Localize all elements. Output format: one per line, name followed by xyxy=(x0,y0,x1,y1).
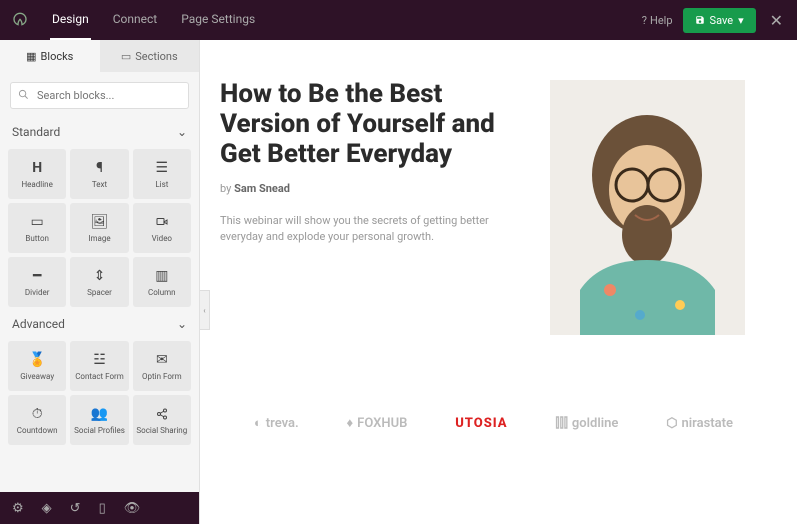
logo-utosia[interactable]: UTOSIA xyxy=(455,416,507,431)
block-giveaway[interactable]: 🏅Giveaway xyxy=(8,341,66,391)
close-button[interactable]: ✕ xyxy=(766,11,787,30)
panel-tab-blocks[interactable]: ▦Blocks xyxy=(0,40,100,72)
countdown-icon: ⏱ xyxy=(32,405,43,423)
sidebar-collapse-handle[interactable]: ‹ xyxy=(200,290,210,330)
save-icon xyxy=(695,15,705,25)
group-advanced-toggle[interactable]: Advanced⌄ xyxy=(0,311,199,337)
logo-mark-icon: ⫿⫿⫿ xyxy=(555,416,567,431)
nav-tabs: Design Connect Page Settings xyxy=(50,0,642,40)
logo-mark-icon: ♦ xyxy=(347,415,354,431)
button-icon: ▭ xyxy=(31,213,44,231)
giveaway-icon: 🏅 xyxy=(28,351,45,369)
bottom-toolbar: ⚙ ◈ ↺ ▯ 👁 xyxy=(0,492,199,524)
page-title[interactable]: How to Be the Best Version of Yourself a… xyxy=(220,80,520,170)
list-icon: ☰ xyxy=(156,159,169,177)
logo-mark-icon: ⬡ xyxy=(666,416,677,431)
help-link[interactable]: ?Help xyxy=(642,14,673,27)
block-button[interactable]: ▭Button xyxy=(8,203,66,253)
block-spacer[interactable]: ⇕Spacer xyxy=(70,257,128,307)
chevron-down-icon: ⌄ xyxy=(177,125,187,139)
sidebar: ▦Blocks ▭Sections Standard⌄ HHeadline ¶T… xyxy=(0,40,200,524)
byline[interactable]: by Sam Snead xyxy=(220,182,520,195)
block-text[interactable]: ¶Text xyxy=(70,149,128,199)
save-button[interactable]: Save ▾ xyxy=(683,8,756,33)
headline-icon: H xyxy=(32,159,42,177)
logo-goldline[interactable]: ⫿⫿⫿goldline xyxy=(555,416,618,431)
canvas[interactable]: ‹ How to Be the Best Version of Yourself… xyxy=(200,40,797,524)
history-icon[interactable]: ↺ xyxy=(70,501,81,516)
block-optin-form[interactable]: ✉Optin Form xyxy=(133,341,191,391)
block-social-profiles[interactable]: 👥Social Profiles xyxy=(70,395,128,445)
help-icon: ? xyxy=(642,14,647,27)
settings-icon[interactable]: ⚙ xyxy=(12,501,24,516)
nav-tab-page-settings[interactable]: Page Settings xyxy=(179,0,257,40)
text-icon: ¶ xyxy=(96,159,103,177)
logo-foxhub[interactable]: ♦FOXHUB xyxy=(347,415,408,431)
chevron-down-icon: ▾ xyxy=(738,14,744,27)
logo-mark-icon: ◐ xyxy=(254,415,262,431)
blocks-icon: ▦ xyxy=(26,50,36,63)
nav-tab-design[interactable]: Design xyxy=(50,0,91,40)
block-countdown[interactable]: ⏱Countdown xyxy=(8,395,66,445)
preview-icon[interactable]: 👁 xyxy=(124,501,141,516)
hero-image[interactable] xyxy=(550,80,745,335)
logo-nirastate[interactable]: ⬡nirastate xyxy=(666,416,733,431)
block-video[interactable]: Video xyxy=(133,203,191,253)
block-contact-form[interactable]: ☳Contact Form xyxy=(70,341,128,391)
share-icon xyxy=(156,405,168,423)
page-description[interactable]: This webinar will show you the secrets o… xyxy=(220,213,520,246)
divider-icon: ━ xyxy=(33,267,41,285)
standard-blocks: HHeadline ¶Text ☰List ▭Button 🖼Image Vid… xyxy=(0,145,199,311)
form-icon: ☳ xyxy=(93,351,106,369)
chevron-down-icon: ⌄ xyxy=(177,317,187,331)
panel-tab-sections[interactable]: ▭Sections xyxy=(100,40,200,72)
logo-treva[interactable]: ◐treva. xyxy=(254,415,299,431)
layers-icon[interactable]: ◈ xyxy=(42,501,52,516)
video-icon xyxy=(155,213,169,231)
advanced-blocks: 🏅Giveaway ☳Contact Form ✉Optin Form ⏱Cou… xyxy=(0,337,199,449)
mobile-icon[interactable]: ▯ xyxy=(99,501,106,516)
top-bar: Design Connect Page Settings ?Help Save … xyxy=(0,0,797,40)
block-social-sharing[interactable]: Social Sharing xyxy=(133,395,191,445)
block-image[interactable]: 🖼Image xyxy=(70,203,128,253)
group-standard-toggle[interactable]: Standard⌄ xyxy=(0,119,199,145)
profiles-icon: 👥 xyxy=(91,405,108,423)
optin-icon: ✉ xyxy=(156,351,168,369)
sections-icon: ▭ xyxy=(121,50,131,63)
block-divider[interactable]: ━Divider xyxy=(8,257,66,307)
column-icon: ▥ xyxy=(155,267,168,285)
author-name: Sam Snead xyxy=(234,182,290,195)
block-column[interactable]: ▥Column xyxy=(133,257,191,307)
spacer-icon: ⇕ xyxy=(94,267,106,285)
image-icon: 🖼 xyxy=(91,213,109,231)
search-input[interactable] xyxy=(10,82,189,109)
block-list[interactable]: ☰List xyxy=(133,149,191,199)
nav-tab-connect[interactable]: Connect xyxy=(111,0,159,40)
block-headline[interactable]: HHeadline xyxy=(8,149,66,199)
brand-logos-row: ◐treva. ♦FOXHUB UTOSIA ⫿⫿⫿goldline ⬡nira… xyxy=(220,415,767,431)
app-logo-icon[interactable] xyxy=(10,10,30,30)
